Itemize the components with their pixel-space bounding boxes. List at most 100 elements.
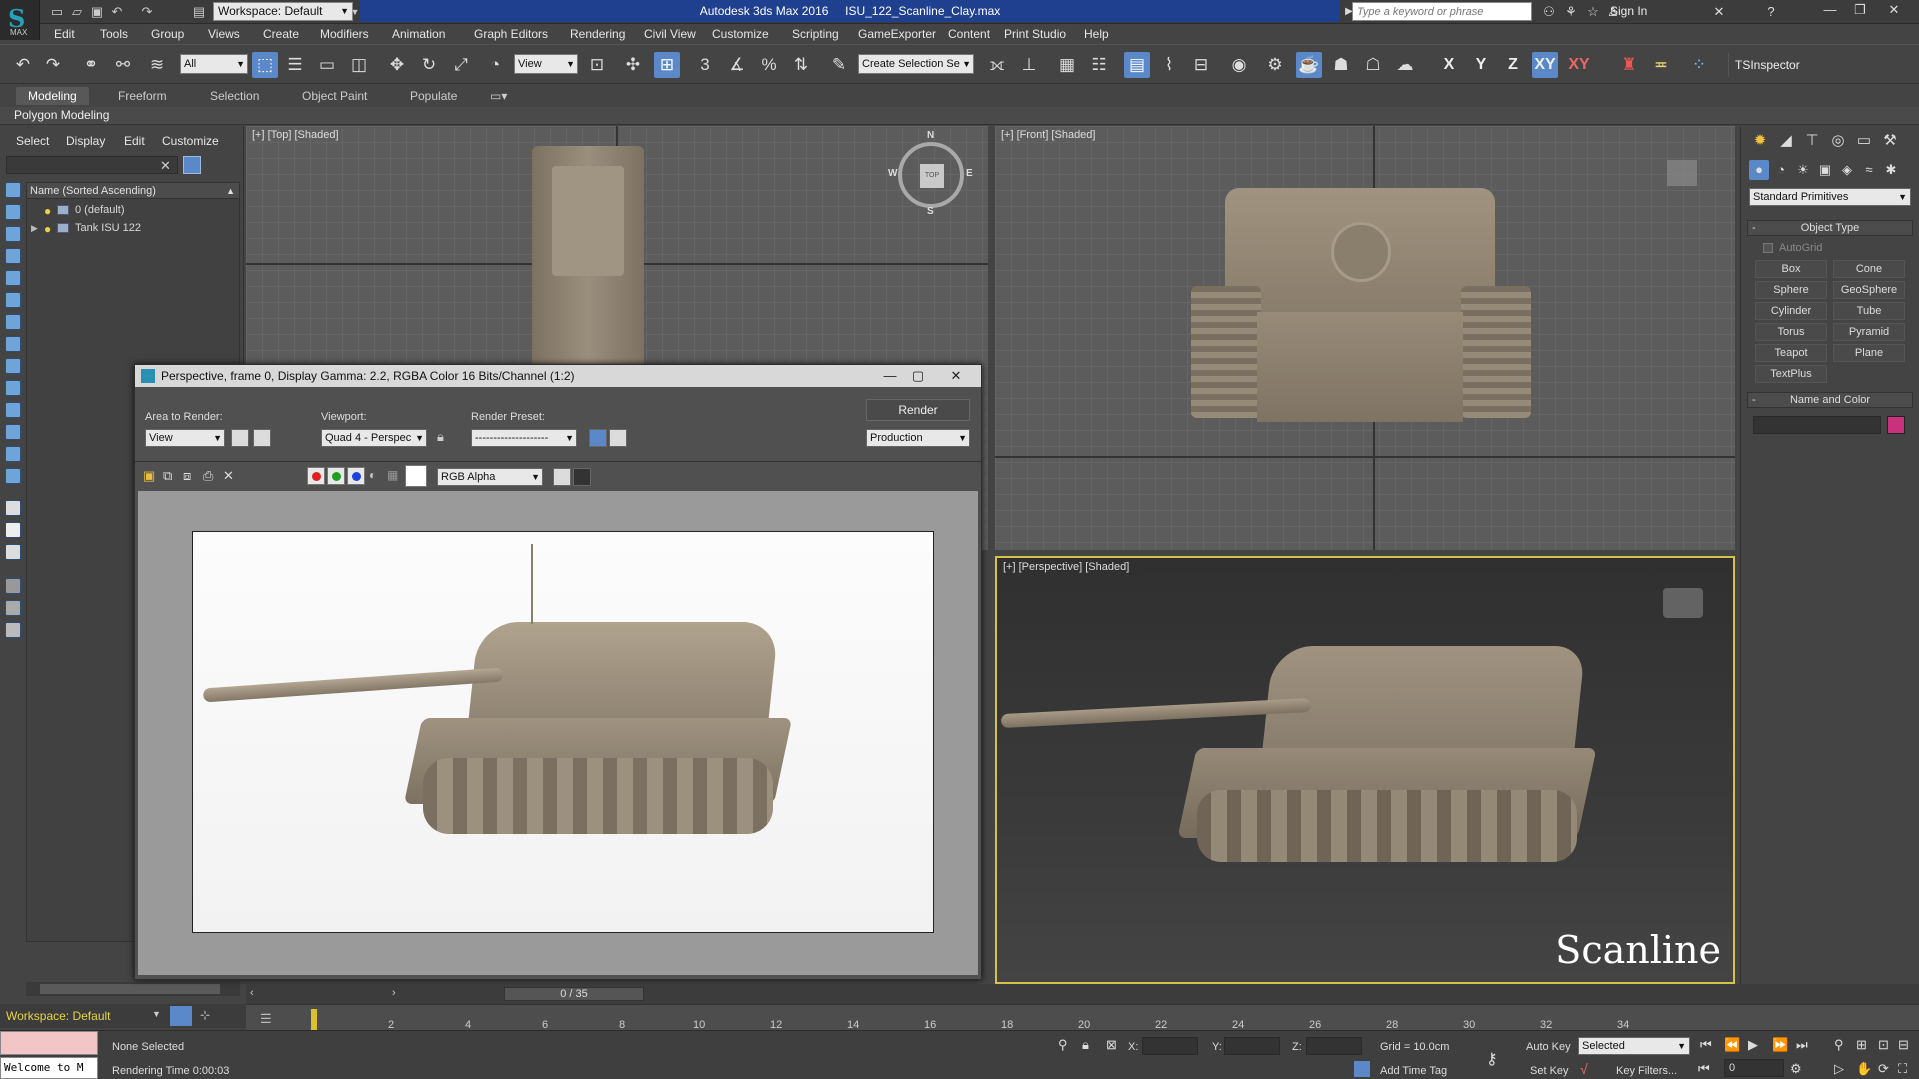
helpers-icon[interactable]: ◈ bbox=[1837, 160, 1857, 180]
play-icon[interactable]: ▶ bbox=[1748, 1037, 1758, 1053]
go-to-end-icon[interactable]: ⏭ bbox=[1796, 1037, 1808, 1053]
time-prev-icon[interactable]: ‹ bbox=[250, 987, 254, 999]
object-color-swatch[interactable] bbox=[1887, 416, 1905, 434]
display-toggle-icon[interactable] bbox=[553, 468, 571, 486]
x-coord-field[interactable] bbox=[1142, 1037, 1198, 1055]
app-logo-button[interactable]: S MAX bbox=[0, 0, 40, 40]
go-to-start-icon[interactable]: ⏮ bbox=[1700, 1037, 1712, 1053]
name-and-color-rollout[interactable]: - Name and Color bbox=[1747, 392, 1913, 408]
filter-funnel-icon[interactable] bbox=[5, 578, 21, 594]
window-crossing-icon[interactable]: ◫ bbox=[346, 52, 372, 78]
list-item[interactable]: ▶ ● Tank ISU 122 bbox=[27, 219, 239, 237]
monochrome-icon[interactable]: ▦ bbox=[387, 468, 398, 482]
sign-in-link[interactable]: Sign In bbox=[1610, 4, 1647, 18]
object-name-input[interactable] bbox=[1753, 416, 1881, 434]
background-color-swatch[interactable] bbox=[405, 465, 427, 487]
viewport-front[interactable]: [+] [Front] [Shaded] bbox=[995, 126, 1735, 550]
viewcube-face[interactable]: TOP bbox=[920, 164, 944, 188]
menu-graph-editors[interactable]: Graph Editors bbox=[474, 27, 548, 41]
menu-views[interactable]: Views bbox=[208, 27, 240, 41]
lights-icon[interactable]: ☀ bbox=[1793, 160, 1813, 180]
key-icon[interactable]: ⚷ bbox=[1486, 1049, 1498, 1069]
display-helpers-icon[interactable] bbox=[5, 314, 21, 330]
panel-toggle-icon[interactable] bbox=[573, 468, 591, 486]
cone-button[interactable]: Cone bbox=[1833, 260, 1905, 278]
z-coord-field[interactable] bbox=[1306, 1037, 1362, 1055]
save-image-icon[interactable]: ▣ bbox=[143, 468, 155, 484]
auto-region-icon[interactable] bbox=[253, 429, 271, 447]
lock-icon[interactable]: 🔒︎ bbox=[437, 429, 444, 445]
edit-named-selection-icon[interactable]: ✎ bbox=[826, 52, 852, 78]
clear-search-icon[interactable]: ✕ bbox=[160, 158, 171, 174]
time-slider-thumb[interactable]: 0 / 35 bbox=[504, 987, 644, 1001]
viewport-dropdown[interactable]: Quad 4 - Perspec ▼ bbox=[321, 429, 427, 447]
bind-space-warp-icon[interactable]: ≋ bbox=[144, 52, 170, 78]
key-mode-toggle-icon[interactable]: ⏮ bbox=[1698, 1061, 1710, 1077]
tsinspector-button[interactable]: TSInspector bbox=[1728, 53, 1806, 77]
menu-customize[interactable]: Customize bbox=[712, 27, 769, 41]
print-image-icon[interactable]: ⎙ bbox=[203, 468, 213, 484]
ref-coord-dropdown[interactable]: View ▼ bbox=[514, 54, 578, 74]
set-key-button[interactable]: Set Key bbox=[1530, 1065, 1569, 1077]
lightbulb-icon[interactable]: ● bbox=[44, 220, 51, 238]
exchange-icon[interactable]: ✕ bbox=[1710, 3, 1728, 21]
render-setup-icon[interactable] bbox=[589, 429, 607, 447]
scrollbar-thumb[interactable] bbox=[40, 984, 220, 994]
pyramid-button[interactable]: Pyramid bbox=[1833, 323, 1905, 341]
pan-view-icon[interactable]: ✋ bbox=[1856, 1061, 1872, 1077]
render-iterative-icon[interactable]: ☖ bbox=[1360, 52, 1386, 78]
lightbulb-icon[interactable]: ● bbox=[44, 202, 51, 220]
particle-tool-icon[interactable]: ⁘ bbox=[1686, 52, 1712, 78]
display-tab-icon[interactable]: ▭ bbox=[1853, 130, 1875, 152]
display-none-icon[interactable] bbox=[5, 182, 21, 198]
motion-tab-icon[interactable]: ◎ bbox=[1827, 130, 1849, 152]
axis-xy-button[interactable]: XY bbox=[1532, 52, 1558, 78]
undo-icon[interactable]: ↶ bbox=[10, 52, 36, 78]
workspace-dropdown[interactable]: Workspace: Default ▼ bbox=[213, 2, 353, 21]
zoom-all-icon[interactable]: ⊞ bbox=[1856, 1037, 1867, 1053]
display-cameras-icon[interactable] bbox=[5, 292, 21, 308]
tab-populate[interactable]: Populate bbox=[398, 87, 469, 105]
isolate-selection-icon[interactable]: ⚲ bbox=[1058, 1037, 1068, 1053]
se-menu-edit[interactable]: Edit bbox=[124, 134, 145, 148]
absolute-mode-icon[interactable]: ⊠ bbox=[1106, 1037, 1117, 1053]
blue-channel-toggle[interactable] bbox=[347, 467, 365, 485]
toggle-ribbon-icon[interactable]: ☷ bbox=[1086, 52, 1112, 78]
se-menu-display[interactable]: Display bbox=[66, 134, 105, 148]
axis-x-button[interactable]: X bbox=[1436, 52, 1462, 78]
shapes-icon[interactable]: ◔ bbox=[1771, 160, 1791, 180]
y-coord-field[interactable] bbox=[1224, 1037, 1280, 1055]
sphere-button[interactable]: Sphere bbox=[1755, 281, 1827, 299]
red-channel-toggle[interactable] bbox=[307, 467, 325, 485]
tab-modeling[interactable]: Modeling bbox=[16, 87, 89, 105]
chevron-down-icon[interactable]: ▼ bbox=[152, 1009, 161, 1019]
help-icon[interactable]: ? bbox=[1762, 3, 1780, 21]
mirror-icon[interactable]: ⟗ bbox=[984, 52, 1010, 78]
time-slider[interactable]: ‹ 0 / 35 › bbox=[246, 984, 1919, 1004]
display-xrefs-icon[interactable] bbox=[5, 380, 21, 396]
scene-explorer-icon[interactable]: ▤ bbox=[1124, 52, 1150, 78]
time-config-icon[interactable]: ⚙ bbox=[1790, 1061, 1802, 1077]
viewport-label-perspective[interactable]: [+] [Perspective] [Shaded] bbox=[1003, 561, 1129, 573]
maximize-icon[interactable]: ▢ bbox=[903, 365, 933, 387]
tube-button[interactable]: Tube bbox=[1833, 302, 1905, 320]
scale-icon[interactable]: ⤢ bbox=[448, 52, 474, 78]
link-icon[interactable]: ⚭ bbox=[78, 52, 104, 78]
placement-icon[interactable]: ◔ bbox=[482, 52, 508, 78]
align-icon[interactable]: ⊥ bbox=[1016, 52, 1042, 78]
page-icon[interactable] bbox=[5, 544, 21, 560]
redo-quick-icon[interactable]: ↷ bbox=[138, 3, 156, 21]
menu-group[interactable]: Group bbox=[151, 27, 184, 41]
time-tag-icon[interactable] bbox=[1354, 1061, 1370, 1077]
key-mode-icon[interactable]: √ bbox=[1580, 1061, 1588, 1077]
cylinder-button[interactable]: Cylinder bbox=[1755, 302, 1827, 320]
layer-list-icon[interactable] bbox=[5, 500, 21, 516]
sort-icon[interactable] bbox=[5, 522, 21, 538]
teapot-button[interactable]: Teapot bbox=[1755, 344, 1827, 362]
expand-arrow-icon[interactable]: ▶ bbox=[31, 219, 38, 237]
extrude-tool-icon[interactable]: ♜ bbox=[1616, 52, 1642, 78]
open-file-icon[interactable]: ▱ bbox=[68, 3, 86, 21]
current-frame-field[interactable]: 0 bbox=[1724, 1059, 1784, 1077]
copy-image-icon[interactable]: ⧉ bbox=[163, 468, 172, 484]
maximize-viewport-icon[interactable]: ⛶ bbox=[1898, 1061, 1907, 1077]
